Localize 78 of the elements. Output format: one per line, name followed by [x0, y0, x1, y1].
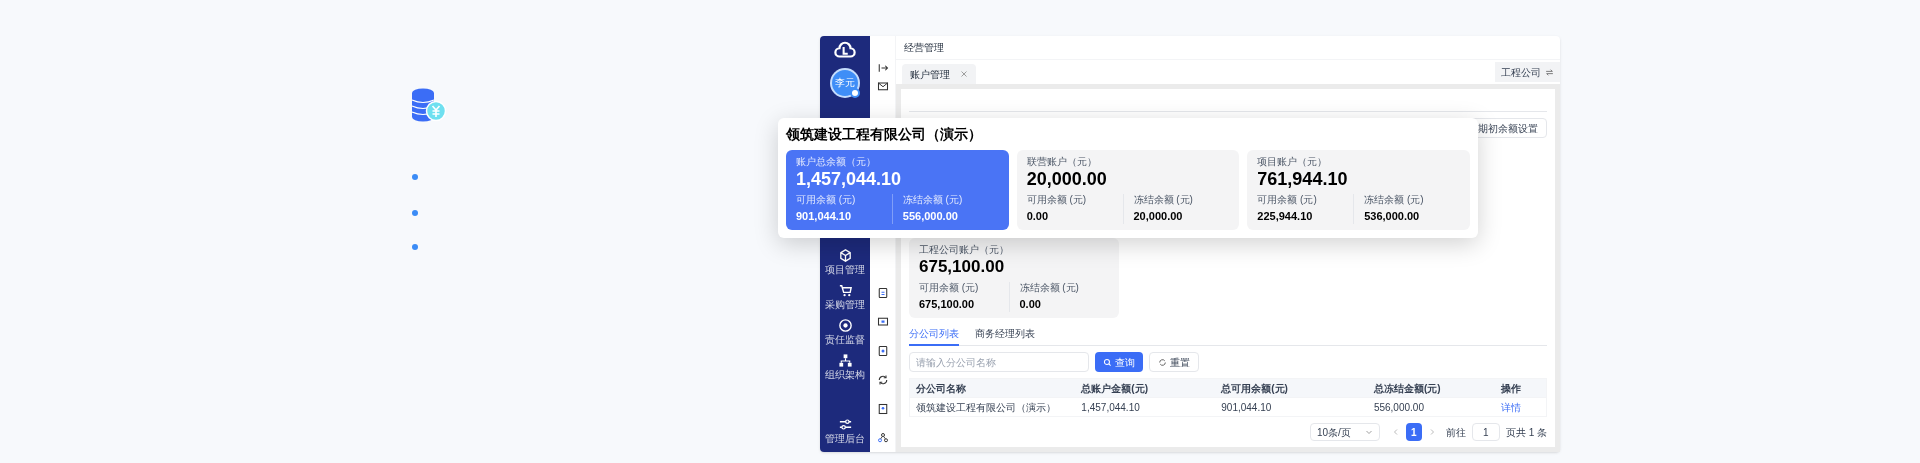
collapse-icon[interactable] [876, 62, 889, 74]
sidebar-label: 责任监督 [825, 335, 865, 345]
card-label: 项目账户（元） [1257, 156, 1329, 168]
details-link[interactable]: 详情 [1501, 401, 1522, 413]
table-cell-text: 901,044.10 [1220, 400, 1273, 415]
sidebar-label: 管理后台 [825, 434, 865, 444]
sub-balance-amount: 20,000.00 [1133, 209, 1184, 224]
column-header: 总可用余额(元) [1219, 381, 1289, 396]
document-icon[interactable] [876, 287, 889, 299]
sidebar-item[interactable]: 项目管理 [825, 248, 865, 275]
sidebar-label: 项目管理 [825, 265, 865, 275]
page-number[interactable]: 1 [1405, 423, 1422, 441]
goto-label: 前往 [1445, 425, 1466, 440]
target-icon [837, 318, 853, 333]
balance-amount: 761,944.10 [1257, 168, 1349, 190]
network-icon[interactable] [876, 432, 889, 444]
sidebar-item[interactable]: 采购管理 [825, 283, 865, 310]
sub-balance-label: 冻结余额 (元) [1133, 194, 1194, 206]
sub-balance-amount: 536,000.00 [1364, 209, 1421, 224]
balance-amount: 20,000.00 [1026, 168, 1108, 190]
sub-balance-label: 冻结余额 (元) [1019, 282, 1080, 294]
chevron-down-icon [1364, 428, 1373, 436]
org-chart-icon [837, 353, 853, 368]
column-header: 总冻结金额(元) [1372, 381, 1442, 396]
sliders-icon [837, 417, 853, 432]
avatar-name: 李元 [835, 78, 855, 88]
sidebar-item[interactable]: 组织架构 [825, 353, 865, 380]
sub-balance-amount: 225,944.10 [1257, 209, 1314, 224]
cube-icon [837, 248, 853, 263]
table-cell-text: 556,000.00 [1372, 400, 1425, 415]
search-field[interactable]: 请输入分公司名称 [909, 352, 1089, 372]
document-icon[interactable] [876, 345, 889, 357]
monitor-icon[interactable] [876, 316, 889, 328]
column-header: 分公司名称 [915, 381, 967, 396]
card-label: 联营账户（元） [1026, 156, 1098, 168]
table-cell-text: 1,457,044.10 [1080, 400, 1141, 415]
sub-balance-amount: 556,000.00 [902, 209, 959, 224]
company-switch-button[interactable]: 工程公司 [1495, 62, 1560, 82]
id-card-icon[interactable] [876, 403, 889, 415]
refresh-icon [1158, 357, 1167, 367]
sub-balance-label: 可用余额 (元) [1257, 194, 1318, 206]
search-icon [1103, 357, 1112, 367]
list-tab[interactable]: 分公司列表 [909, 326, 959, 346]
card-label: 工程公司账户（元） [919, 244, 1010, 256]
total-count: 页共 1 条 [1505, 425, 1547, 440]
column-header: 总账户金额(元) [1079, 381, 1150, 396]
cart-icon [837, 283, 853, 298]
mail-icon[interactable] [876, 80, 889, 92]
sidebar-label: 组织架构 [825, 370, 865, 380]
status-badge [850, 88, 860, 98]
table-cell-text: 领筑建设工程有限公司（演示） [915, 400, 1057, 415]
goto-page-field[interactable]: 1 [1471, 423, 1500, 441]
sub-balance-amount: 0.00 [1026, 209, 1050, 224]
sub-balance-label: 可用余额 (元) [796, 194, 857, 206]
sub-balance-amount: 901,044.10 [796, 209, 853, 224]
sub-balance-label: 可用余额 (元) [1026, 194, 1088, 206]
company-title: 领筑建设工程有限公司（演示） [786, 125, 983, 144]
sidebar-item[interactable]: 责任监督 [825, 318, 865, 345]
balance-amount: 1,457,044.10 [796, 168, 903, 190]
column-header: 操作 [1500, 381, 1523, 396]
coin-stack-icon [410, 88, 446, 122]
swap-icon [1545, 67, 1554, 77]
balance-amount: 675,100.00 [919, 256, 1006, 278]
reset-button[interactable]: 重置 [1149, 352, 1199, 372]
list-tab[interactable]: 商务经理列表 [975, 326, 1035, 346]
query-button[interactable]: 查询 [1095, 352, 1143, 372]
sidebar-item[interactable]: 管理后台 [825, 417, 865, 444]
card-label: 账户总余额（元） [796, 156, 877, 168]
sub-balance-label: 冻结余额 (元) [1364, 194, 1425, 206]
sidebar-label: 采购管理 [825, 300, 865, 310]
page-size-select[interactable]: 10条/页 [1309, 423, 1380, 441]
sub-balance-amount: 0.00 [1019, 297, 1042, 312]
page-tab[interactable]: 账户管理 [902, 64, 976, 84]
sub-balance-label: 冻结余额 (元) [902, 194, 964, 206]
refresh-icon[interactable] [876, 374, 889, 386]
sub-balance-amount: 675,100.00 [919, 297, 976, 312]
page-title: 经营管理 [904, 41, 944, 55]
sub-balance-label: 可用余额 (元) [919, 282, 980, 294]
